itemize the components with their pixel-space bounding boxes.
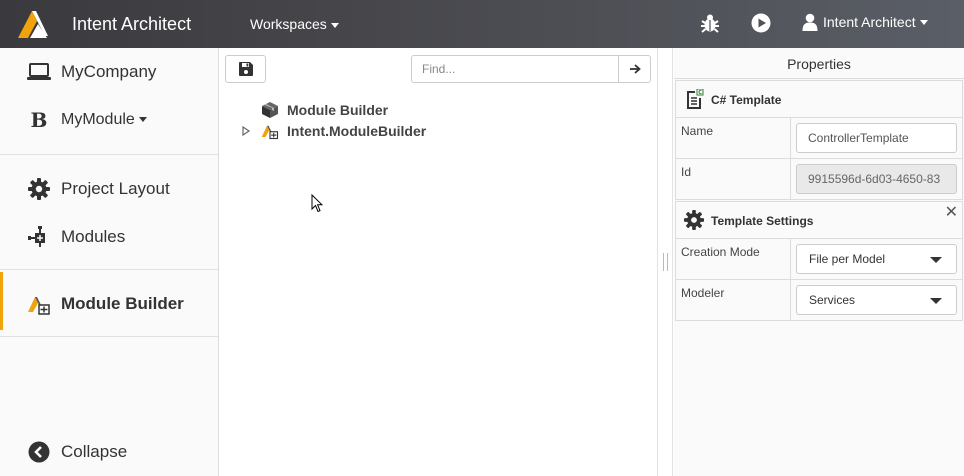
sidebar-item-mycompany[interactable]: MyCompany — [0, 52, 218, 92]
select-value: Services — [809, 293, 856, 307]
workspaces-label: Workspaces — [250, 16, 327, 32]
chevron-down-icon — [330, 22, 339, 28]
section-template-settings: Template Settings ✕ Creation Mode File p… — [675, 201, 963, 321]
sidebar-item-collapse[interactable]: Collapse — [0, 432, 218, 472]
pane-splitter[interactable] — [657, 48, 673, 476]
gear-icon — [27, 177, 51, 201]
user-label: Intent Architect — [823, 14, 916, 30]
sidebar-item-label: Module Builder — [61, 294, 184, 313]
sidebar-divider — [0, 154, 218, 155]
expand-triangle-icon[interactable] — [241, 126, 251, 136]
property-divider — [790, 239, 791, 279]
caret-down-icon — [930, 298, 942, 304]
sidebar-item-label: MyModule — [61, 111, 135, 128]
tree-item-label: Intent.ModuleBuilder — [287, 123, 427, 139]
user-icon — [802, 13, 818, 31]
sidebar-item-label: Collapse — [61, 442, 128, 461]
property-label: Id — [681, 165, 692, 179]
property-label: Modeler — [681, 286, 725, 300]
chevron-down-icon — [138, 117, 147, 123]
property-row-name: Name — [676, 117, 962, 158]
chevron-down-icon — [919, 19, 928, 25]
sidebar-item-project-layout[interactable]: Project Layout — [0, 169, 218, 209]
play-icon[interactable] — [751, 13, 771, 33]
module-builder-icon — [27, 292, 51, 316]
property-row-modeler: Modeler Services — [676, 279, 962, 320]
sidebar-divider — [0, 336, 218, 337]
sidebar-item-label-wrap: MyModule — [61, 111, 147, 129]
workspaces-menu[interactable]: Workspaces — [250, 16, 339, 32]
search-go-button[interactable] — [618, 55, 651, 83]
section-header: Template Settings ✕ — [676, 202, 962, 238]
template-file-icon: C — [687, 89, 704, 109]
property-label: Name — [681, 124, 714, 138]
save-icon — [238, 62, 253, 76]
sidebar-item-module-builder[interactable]: Module Builder — [0, 272, 218, 330]
property-divider — [790, 159, 791, 199]
chevron-left-icon — [27, 440, 51, 464]
property-row-id: Id — [676, 158, 962, 199]
intent-architect-logo-icon[interactable] — [14, 8, 50, 40]
property-row-creation-mode: Creation Mode File per Model — [676, 238, 962, 279]
model-tree-pane: Module Builder Intent.ModuleBuilder — [220, 48, 657, 476]
property-divider — [790, 280, 791, 320]
sidebar-item-label: MyCompany — [61, 62, 157, 81]
name-field[interactable] — [796, 123, 957, 153]
tree-item-intent-modulebuilder[interactable]: Intent.ModuleBuilder — [220, 121, 657, 141]
svg-text:C: C — [698, 90, 702, 96]
laptop-icon — [27, 60, 51, 84]
sidebar: MyCompany B MyModule Project Layout Modu… — [0, 48, 219, 476]
top-bar: Intent Architect Workspaces Intent Archi… — [0, 0, 964, 48]
properties-divider — [674, 78, 964, 79]
mouse-cursor-icon — [311, 194, 323, 213]
user-menu[interactable]: Intent Architect — [802, 13, 928, 31]
package-icon — [262, 102, 278, 118]
modules-icon — [27, 225, 51, 249]
modeler-select[interactable]: Services — [796, 285, 957, 315]
property-label: Creation Mode — [681, 245, 760, 259]
tree-item-label: Module Builder — [287, 102, 389, 118]
section-title: Template Settings — [711, 214, 814, 228]
property-divider — [790, 118, 791, 158]
module-builder-icon — [261, 125, 279, 140]
b-module-icon: B — [30, 108, 48, 132]
sidebar-item-label: Project Layout — [61, 179, 170, 198]
save-button[interactable] — [225, 55, 266, 83]
section-header: C C# Template — [676, 81, 962, 117]
tree-item-module-builder[interactable]: Module Builder — [220, 100, 657, 120]
splitter-grip-icon[interactable] — [663, 253, 668, 271]
select-value: File per Model — [809, 252, 886, 266]
bug-icon[interactable] — [699, 12, 721, 34]
app-title: Intent Architect — [72, 14, 192, 34]
properties-title: Properties — [787, 56, 851, 72]
arrow-right-icon — [629, 64, 641, 74]
sidebar-item-label: Modules — [61, 227, 126, 246]
section-title: C# Template — [711, 93, 782, 107]
caret-down-icon — [930, 257, 942, 263]
id-field[interactable] — [796, 164, 957, 194]
sidebar-item-modules[interactable]: Modules — [0, 217, 218, 257]
section-csharp-template: C C# Template Name Id — [675, 80, 963, 200]
search-input[interactable] — [411, 55, 619, 83]
creation-mode-select[interactable]: File per Model — [796, 244, 957, 274]
gear-icon — [684, 210, 704, 230]
properties-panel: Properties C C# Template Name Id — [674, 48, 964, 476]
sidebar-item-mymodule[interactable]: B MyModule — [0, 100, 218, 140]
close-icon[interactable]: ✕ — [945, 205, 958, 221]
sidebar-divider — [0, 269, 218, 270]
